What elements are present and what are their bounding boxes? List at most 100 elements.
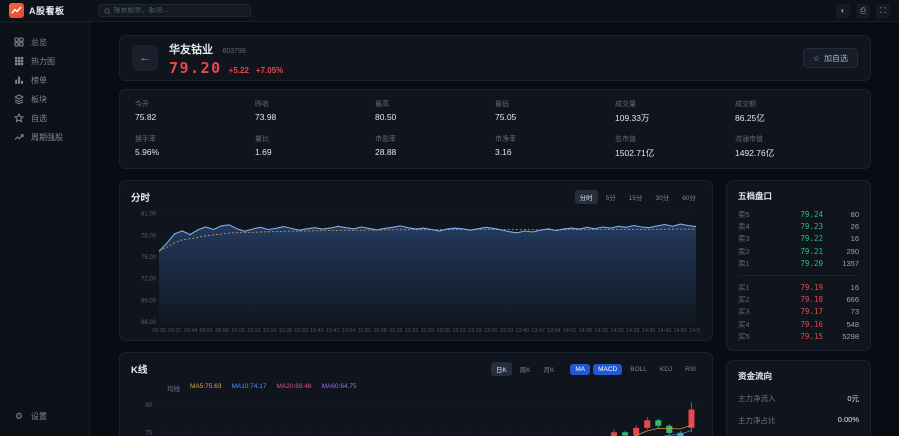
sidebar-item-label: 自选 xyxy=(31,113,47,124)
capital-value: 0元 xyxy=(847,393,859,404)
stat-label: 最低 xyxy=(495,99,615,109)
intraday-card: 分时 分时5分15分30分60分 81.0078.0075.0072.0069.… xyxy=(119,180,713,341)
svg-text:69.00: 69.00 xyxy=(141,298,157,304)
sidebar-item-1[interactable]: 总览 xyxy=(0,34,89,50)
sidebar-item-label: 热力图 xyxy=(31,56,55,67)
trend-icon xyxy=(14,132,24,142)
orderbook-price: 79.22 xyxy=(760,234,823,243)
svg-text:14:15: 14:15 xyxy=(594,328,608,334)
period-button-分时[interactable]: 分时 xyxy=(575,190,598,204)
kline-button-BOLL[interactable]: BOLL xyxy=(625,364,652,375)
svg-text:10:54: 10:54 xyxy=(342,328,356,334)
ma-legend-item: MA60:64.75 xyxy=(322,383,357,393)
sidebar-item-3[interactable]: 榜单 xyxy=(0,72,89,88)
period-button-5分[interactable]: 5分 xyxy=(601,190,621,204)
kline-button-MACD[interactable]: MACD xyxy=(593,364,622,375)
sidebar: 总览热力图榜单板块自选周期强股 ⚙设置 xyxy=(0,22,90,436)
svg-text:11:01: 11:01 xyxy=(358,328,371,334)
svg-text:10:33: 10:33 xyxy=(294,328,308,334)
svg-text:13:33: 13:33 xyxy=(500,328,514,334)
stat-value: 80.50 xyxy=(375,112,495,122)
stat-value: 86.25亿 xyxy=(735,112,855,124)
orderbook-row-卖1: 卖179.201357 xyxy=(738,258,859,270)
svg-text:11:15: 11:15 xyxy=(389,328,402,334)
kline-button-KDJ[interactable]: KDJ xyxy=(655,364,677,375)
kline-chart[interactable]: 8075706560 xyxy=(131,394,701,436)
add-watchlist-button[interactable]: ☆ 加自选 xyxy=(803,48,858,68)
svg-text:14:43: 14:43 xyxy=(658,328,672,334)
stat-10: 总市值1502.71亿 xyxy=(615,134,735,159)
orderbook-row-卖3: 卖379.2216 xyxy=(738,233,859,245)
sectors-icon xyxy=(14,94,24,104)
star-icon xyxy=(14,113,24,123)
svg-text:11:08: 11:08 xyxy=(374,328,387,334)
orderbook-price: 79.21 xyxy=(760,247,823,256)
svg-text:75: 75 xyxy=(145,430,152,436)
orderbook-row-买2: 买279.18666 xyxy=(738,293,859,305)
stat-11: 流通市值 1492.76亿 xyxy=(735,134,855,159)
period-button-15分[interactable]: 15分 xyxy=(624,190,648,204)
capital-row-1: 主力净占比0.00% xyxy=(738,415,859,426)
svg-text:10:05: 10:05 xyxy=(231,328,245,334)
svg-text:14:50: 14:50 xyxy=(673,328,687,334)
stock-code: 603799 xyxy=(222,48,245,55)
search-input[interactable] xyxy=(114,7,245,14)
search-icon xyxy=(104,2,111,20)
period-button-30分[interactable]: 30分 xyxy=(651,190,675,204)
svg-text:10:19: 10:19 xyxy=(263,328,277,334)
stat-label: 流通市值 xyxy=(735,134,855,144)
app-logo-icon xyxy=(9,3,24,18)
topbar-actions: ◐ ⎙ ⛶ xyxy=(836,4,890,18)
stat-label: 市净率 xyxy=(495,134,615,144)
star-icon: ☆ xyxy=(813,54,820,63)
period-button-60分[interactable]: 60分 xyxy=(677,190,701,204)
sidebar-item-settings[interactable]: ⚙设置 xyxy=(0,408,89,424)
kline-button-RSI[interactable]: RSI xyxy=(680,364,701,375)
orderbook-qty: 1357 xyxy=(823,259,859,268)
kline-button-月K[interactable]: 月K xyxy=(539,362,560,376)
orderbook-qty: 16 xyxy=(823,234,859,243)
svg-text:13:12: 13:12 xyxy=(452,328,466,334)
heatmap-icon xyxy=(14,56,24,66)
kline-button-MA[interactable]: MA xyxy=(570,364,590,375)
stat-value: 1.69 xyxy=(255,147,375,157)
stat-label: 换手率 xyxy=(135,134,255,144)
stat-6: 换手率5.96% xyxy=(135,134,255,159)
orderbook-title: 五档盘口 xyxy=(738,190,859,202)
orderbook-level: 卖2 xyxy=(738,246,760,257)
capital-flow-rows: 主力净流入0元主力净占比0.00%散户净流入0元 xyxy=(738,393,859,436)
stat-label: 成交额 xyxy=(735,99,855,109)
stat-3: 最低75.05 xyxy=(495,99,615,124)
kline-button-日K[interactable]: 日K xyxy=(491,362,512,376)
theme-toggle-icon[interactable]: ◐ xyxy=(836,4,850,18)
sidebar-item-label: 板块 xyxy=(31,94,47,105)
orderbook-level: 卖3 xyxy=(738,233,760,244)
svg-text:09:51: 09:51 xyxy=(200,328,214,334)
stat-value: 28.88 xyxy=(375,147,495,157)
stock-change-pct: +7.05% xyxy=(256,66,283,75)
svg-text:14:57: 14:57 xyxy=(689,328,701,334)
ranking-icon xyxy=(14,75,24,85)
intraday-chart[interactable]: 81.0078.0075.0072.0069.0066.0009:3009:37… xyxy=(131,204,701,335)
stat-value: 109.33万 xyxy=(615,112,735,124)
sidebar-item-5[interactable]: 自选 xyxy=(0,110,89,126)
print-icon[interactable]: ⎙ xyxy=(856,4,870,18)
sidebar-item-4[interactable]: 板块 xyxy=(0,91,89,107)
fullscreen-icon[interactable]: ⛶ xyxy=(876,4,890,18)
stat-1: 昨收73.98 xyxy=(255,99,375,124)
kline-button-周K[interactable]: 周K xyxy=(515,362,536,376)
back-button[interactable]: ← xyxy=(132,45,158,71)
svg-text:10:47: 10:47 xyxy=(326,328,340,334)
ma-legend-item: MA10:74.17 xyxy=(231,383,266,393)
svg-text:14:22: 14:22 xyxy=(610,328,624,334)
search-box[interactable] xyxy=(98,4,251,17)
sidebar-item-6[interactable]: 周期强股 xyxy=(0,129,89,145)
svg-text:11:22: 11:22 xyxy=(405,328,418,334)
sidebar-item-2[interactable]: 热力图 xyxy=(0,53,89,69)
stat-label: 市盈率 xyxy=(375,134,495,144)
sidebar-item-label: 周期强股 xyxy=(31,132,63,143)
stat-value: 3.16 xyxy=(495,147,615,157)
stat-value: 1492.76亿 xyxy=(735,147,855,159)
capital-label: 主力净流入 xyxy=(738,393,776,404)
capital-flow-card: 资金流向 主力净流入0元主力净占比0.00%散户净流入0元 xyxy=(726,360,871,436)
